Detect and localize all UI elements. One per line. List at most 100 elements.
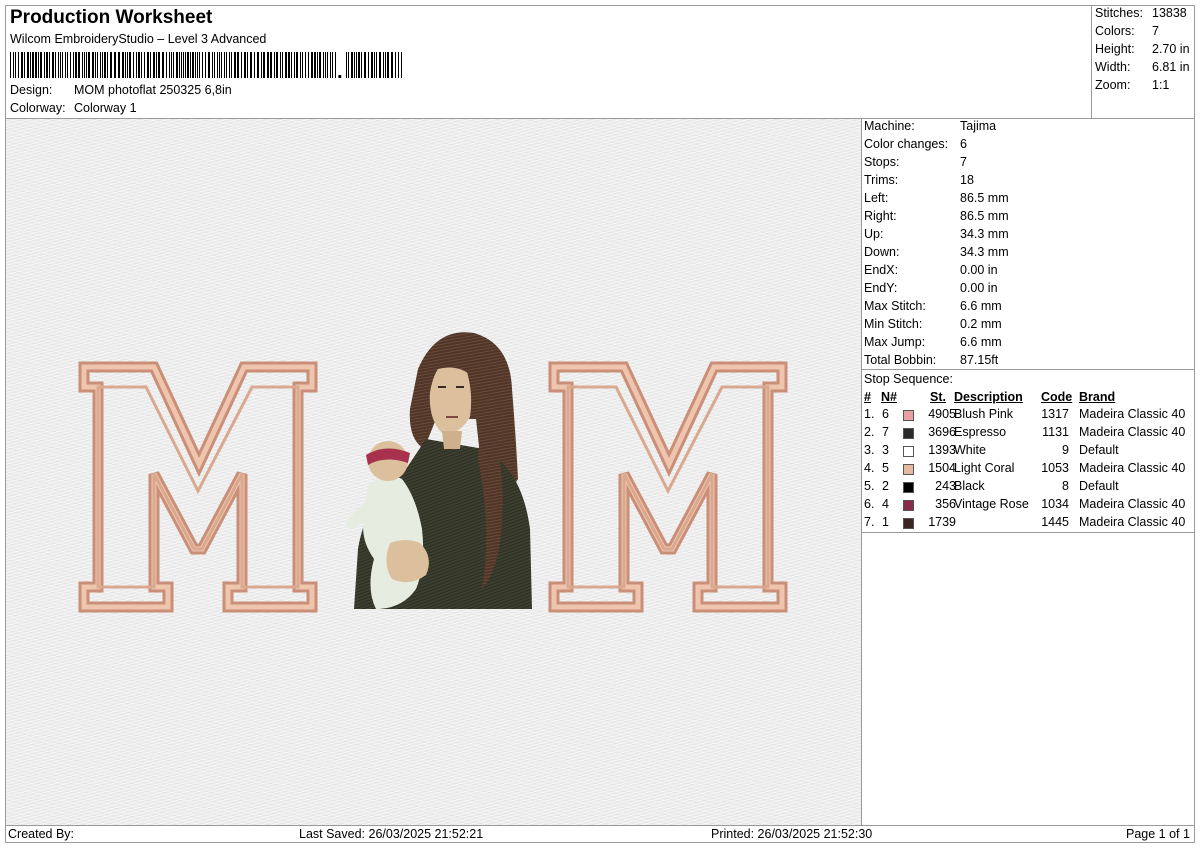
needle-number: 5: [882, 461, 889, 475]
thread-code: 1317: [1041, 407, 1069, 421]
summary-divider: [1091, 5, 1092, 118]
needle-number: 1: [882, 515, 889, 529]
machine-info-value: 0.00 in: [960, 263, 998, 277]
page-number: Page 1 of 1: [1126, 827, 1190, 841]
thread-description: Vintage Rose: [954, 497, 1029, 511]
width-label: Width:: [1095, 60, 1131, 74]
machine-info-divider: [862, 369, 1195, 370]
thread-brand: Madeira Classic 40: [1079, 407, 1186, 421]
color-swatch: [903, 446, 914, 457]
colors-label: Colors:: [1095, 24, 1135, 38]
stitch-count: 1504: [928, 461, 956, 475]
letter-m-right: [548, 361, 788, 613]
color-swatch: [903, 410, 914, 421]
header-description: Description: [954, 390, 1023, 404]
row-number: 2.: [864, 425, 875, 439]
thread-code: 8: [1062, 479, 1069, 493]
machine-info-value: Tajima: [960, 119, 997, 133]
thread-brand: Madeira Classic 40: [1079, 461, 1186, 475]
letter-m-left: [78, 361, 318, 613]
thread-code: 1445: [1041, 515, 1069, 529]
thread-brand: Madeira Classic 40: [1079, 497, 1186, 511]
machine-info-label: EndX:: [864, 263, 899, 277]
machine-info-label: Up:: [864, 227, 884, 241]
needle-number: 6: [882, 407, 889, 421]
row-number: 7.: [864, 515, 875, 529]
machine-info-value: 34.3 mm: [960, 245, 1009, 259]
color-swatch: [903, 500, 914, 511]
stitch-count: 3696: [928, 425, 956, 439]
colorway-label: Colorway:: [10, 101, 66, 115]
thread-description: White: [954, 443, 986, 457]
header-code: Code: [1041, 390, 1073, 404]
stitches-label: Stitches:: [1095, 6, 1143, 20]
stop-sequence-divider: [862, 532, 1195, 533]
stop-row: 7. 1 1739 1445 Madeira Classic 40: [864, 515, 1194, 533]
needle-number: 4: [882, 497, 889, 511]
printed-date: Printed: 26/03/2025 21:52:30: [711, 827, 873, 841]
thread-brand: Madeira Classic 40: [1079, 515, 1186, 529]
last-saved: Last Saved: 26/03/2025 21:52:21: [299, 827, 484, 841]
machine-info-label: Machine:: [864, 119, 915, 133]
machine-info-value: 34.3 mm: [960, 227, 1009, 241]
header-stitches: St.: [930, 390, 946, 404]
thread-brand: Madeira Classic 40: [1079, 425, 1186, 439]
design-canvas: [6, 119, 861, 825]
stop-row: 5. 2 243 Black 8 Default: [864, 479, 1194, 497]
stitch-count: 1393: [928, 443, 956, 457]
row-number: 4.: [864, 461, 875, 475]
colors-value: 7: [1152, 24, 1159, 38]
header-num: #: [864, 390, 871, 404]
stop-sequence-title: Stop Sequence:: [864, 372, 953, 386]
needle-number: 7: [882, 425, 889, 439]
thread-code: 1053: [1041, 461, 1069, 475]
stitch-count: 1739: [928, 515, 956, 529]
thread-code: 1034: [1041, 497, 1069, 511]
color-swatch: [903, 428, 914, 439]
thread-brand: Default: [1079, 443, 1119, 457]
machine-info-value: 6.6 mm: [960, 335, 1002, 349]
zoom-value: 1:1: [1152, 78, 1170, 92]
width-value: 6.81 in: [1152, 60, 1190, 74]
page-title: Production Worksheet: [10, 7, 213, 28]
zoom-label: Zoom:: [1095, 78, 1131, 92]
machine-info-value: 87.15ft: [960, 353, 999, 367]
machine-info-value: 18: [960, 173, 974, 187]
embroidery-preview-image: [78, 332, 788, 613]
machine-info-label: Max Jump:: [864, 335, 926, 349]
header-n: N#: [881, 390, 897, 404]
row-number: 6.: [864, 497, 875, 511]
machine-info-label: Down:: [864, 245, 900, 259]
design-label: Design:: [10, 83, 53, 97]
machine-info-value: 0.2 mm: [960, 317, 1002, 331]
stop-row: 3. 3 1393 White 9 Default: [864, 443, 1194, 461]
stop-row: 1. 6 4905 Blush Pink 1317 Madeira Classic 40: [864, 407, 1194, 425]
machine-info-label: Stops:: [864, 155, 900, 169]
design-value: MOM photoflat 250325 6,8in: [74, 83, 232, 97]
row-number: 3.: [864, 443, 875, 457]
color-swatch: [903, 482, 914, 493]
thread-code: 1131: [1042, 425, 1069, 439]
stitch-count: 4905: [928, 407, 956, 421]
machine-info-value: 86.5 mm: [960, 191, 1009, 205]
machine-info-value: 0.00 in: [960, 281, 998, 295]
height-value: 2.70 in: [1152, 42, 1190, 56]
footer-divider: [5, 825, 1195, 826]
thread-code: 9: [1062, 443, 1069, 457]
stitch-count: 243: [935, 479, 956, 493]
stop-row: 6. 4 356 Vintage Rose 1034 Madeira Classic 40: [864, 497, 1194, 515]
color-swatch: [903, 518, 914, 529]
machine-info-label: Right:: [864, 209, 897, 223]
machine-info-label: Trims:: [864, 173, 899, 187]
stop-row: 4. 5 1504 Light Coral 1053 Madeira Classic 40: [864, 461, 1194, 479]
barcode: ,: [10, 52, 402, 78]
thread-brand: Default: [1079, 479, 1119, 493]
height-label: Height:: [1095, 42, 1135, 56]
svg-text:,: ,: [337, 61, 343, 78]
machine-info-label: Min Stitch:: [864, 317, 923, 331]
machine-info-value: 6: [960, 137, 967, 151]
stop-row: 2. 7 3696 Espresso 1131 Madeira Classic 40: [864, 425, 1194, 443]
machine-info-label: Color changes:: [864, 137, 949, 151]
machine-info-label: Max Stitch:: [864, 299, 926, 313]
thread-description: Espresso: [954, 425, 1007, 439]
